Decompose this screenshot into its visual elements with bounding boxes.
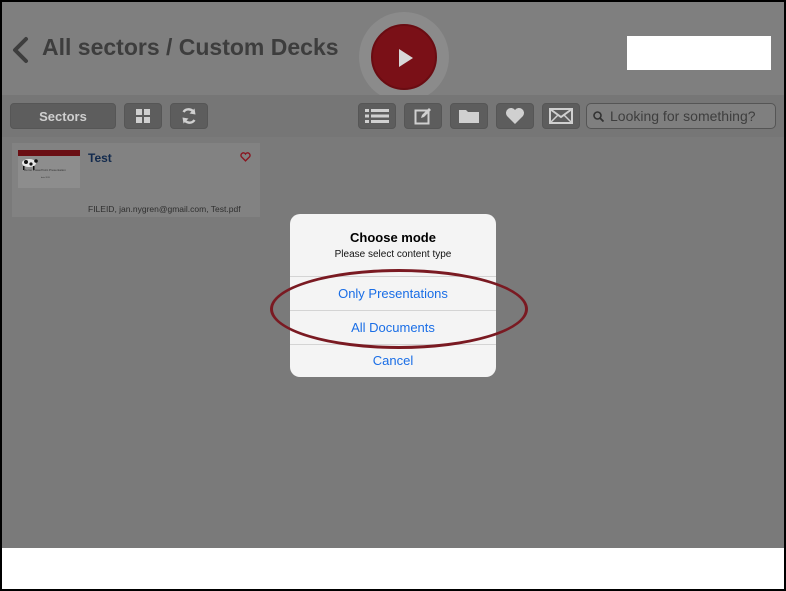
- list-view-button[interactable]: [358, 103, 396, 129]
- dialog-message: Please select content type: [334, 249, 452, 260]
- favorites-button[interactable]: [496, 103, 534, 129]
- highlight-ellipse: [270, 269, 528, 349]
- search-placeholder: Looking for something?: [610, 108, 756, 124]
- thumbnail-subtitle: date 2015: [41, 177, 50, 179]
- bottom-bar: [2, 548, 784, 589]
- deck-thumbnail: Demo PowerPoint Presentation date 2015: [18, 150, 80, 188]
- search-input[interactable]: Looking for something?: [586, 103, 776, 129]
- envelope-icon: [549, 108, 573, 124]
- play-button-container: [359, 12, 449, 102]
- edit-button[interactable]: [404, 103, 442, 129]
- sectors-button[interactable]: Sectors: [10, 103, 116, 129]
- deck-title: Test: [88, 151, 112, 165]
- folder-button[interactable]: [450, 103, 488, 129]
- refresh-button[interactable]: [170, 103, 208, 129]
- chevron-left-icon: [13, 37, 28, 63]
- heart-icon: [506, 108, 524, 124]
- app-window: All sectors / Custom Decks Sectors Looki…: [2, 2, 784, 589]
- favorite-toggle[interactable]: [240, 149, 251, 167]
- deck-meta: FILEID, jan.nygren@gmail.com, Test.pdf: [88, 204, 241, 214]
- play-button[interactable]: [371, 24, 437, 90]
- thumbnail-header-bar: [18, 150, 80, 156]
- folder-icon: [459, 110, 479, 123]
- play-icon: [399, 49, 413, 67]
- grid-icon: [136, 109, 150, 123]
- thumbnail-title: Demo PowerPoint Presentation: [24, 168, 66, 172]
- header: All sectors / Custom Decks: [2, 2, 784, 102]
- grid-view-button[interactable]: [124, 103, 162, 129]
- mail-button[interactable]: [542, 103, 580, 129]
- header-blank-area: [627, 36, 771, 70]
- back-button[interactable]: [10, 36, 32, 64]
- dialog-title: Choose mode: [350, 230, 436, 245]
- search-icon: [593, 110, 604, 122]
- toolbar: Sectors Looking for something?: [2, 95, 784, 137]
- refresh-icon: [182, 108, 196, 124]
- page-title: All sectors / Custom Decks: [42, 34, 339, 60]
- deck-card[interactable]: Demo PowerPoint Presentation date 2015 T…: [12, 143, 260, 217]
- edit-icon: [414, 108, 431, 125]
- heart-outline-icon: [240, 152, 251, 162]
- list-icon: [365, 109, 389, 123]
